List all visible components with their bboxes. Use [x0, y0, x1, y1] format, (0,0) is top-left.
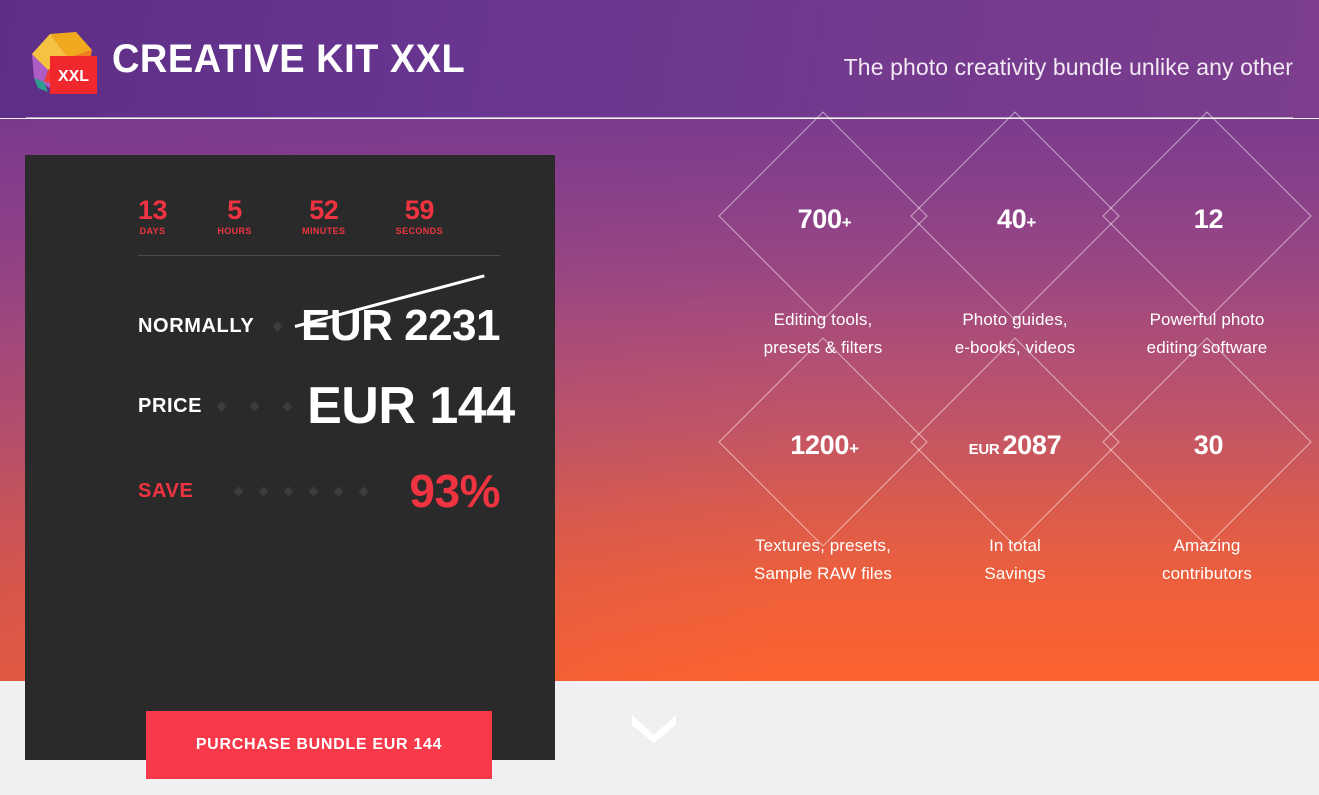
logo-svg: XXL [32, 32, 97, 94]
chevron-down-icon[interactable] [630, 713, 678, 743]
feature-item-photo-guides: 40+ Photo guides, e-books, videos [910, 111, 1120, 362]
save-dot-separators [193, 486, 409, 496]
countdown-seconds-value: 59 [404, 195, 435, 225]
countdown-unit-hours: 5 HOURS [217, 195, 252, 237]
dot-separator [358, 486, 369, 496]
diamond-outline [910, 111, 1120, 321]
diamond-outline [718, 111, 928, 321]
feature-diamond-grid: 700+ Editing tools, presets & filters 40… [718, 111, 1312, 594]
countdown-timer: 13 DAYS 5 HOURS 52 MINUTES 59 SECONDS [138, 195, 443, 237]
feature-item-contributors: 30 Amazing contributors [1102, 337, 1312, 588]
diamond-outline [1102, 337, 1312, 547]
chevron-down-svg [632, 715, 676, 743]
price-row-save: SAVE 93% [138, 465, 500, 517]
normally-price-text: EUR 2231 [300, 301, 501, 350]
purchase-bundle-button[interactable]: PURCHASE BUNDLE EUR 144 [146, 711, 492, 779]
countdown-hours-value: 5 [227, 195, 242, 225]
countdown-unit-minutes: 52 MINUTES [302, 195, 345, 237]
countdown-seconds-label: SECONDS [395, 226, 443, 236]
price-dot-separators [202, 401, 307, 411]
save-percent-value: 93% [409, 465, 500, 517]
normally-price-value: EUR 2231 [294, 274, 501, 352]
dot-separator [216, 401, 227, 411]
dot-separator [233, 486, 244, 496]
countdown-days-value: 13 [138, 195, 168, 225]
feature-item-editing-tools: 700+ Editing tools, presets & filters [718, 111, 928, 362]
feature-item-textures: 1200+ Textures, presets, Sample RAW file… [718, 337, 928, 588]
dot-separator [333, 486, 344, 496]
feature-row-1: 700+ Editing tools, presets & filters 40… [718, 111, 1312, 362]
countdown-days-label: DAYS [139, 226, 166, 236]
feature-item-total-savings: EUR 2087 In total Savings [910, 337, 1120, 588]
dot-separator [308, 486, 319, 496]
feature-caption-line2: contributors [1161, 564, 1253, 583]
price-row-price: PRICE EUR 144 [138, 377, 515, 435]
site-header: XXL CREATIVE KIT XXL The photo creativit… [0, 0, 1319, 118]
dot-separator [282, 401, 293, 411]
diamond-outline [910, 337, 1120, 547]
price-label: PRICE [138, 394, 203, 417]
normally-label: NORMALLY [138, 314, 255, 337]
diamond-outline [1102, 111, 1312, 321]
countdown-unit-seconds: 59 SECONDS [396, 195, 443, 237]
price-value: EUR 144 [307, 377, 515, 435]
feature-row-2: 1200+ Textures, presets, Sample RAW file… [718, 337, 1312, 588]
countdown-minutes-value: 52 [309, 195, 339, 225]
creative-kit-cube-logo: XXL [24, 26, 104, 102]
countdown-unit-days: 13 DAYS [138, 195, 168, 237]
countdown-minutes-label: MINUTES [302, 226, 346, 236]
page-root: XXL CREATIVE KIT XXL The photo creativit… [0, 0, 1319, 795]
logo-badge-text: XXL [58, 68, 89, 85]
diamond-outline [718, 337, 928, 547]
feature-caption-line2: Sample RAW files [754, 564, 892, 583]
countdown-hours-label: HOURS [217, 226, 252, 236]
dot-separator [283, 486, 294, 496]
dot-separator [258, 486, 269, 496]
pricing-card: 13 DAYS 5 HOURS 52 MINUTES 59 SECONDS NO… [25, 155, 555, 779]
header-tagline: The photo creativity bundle unlike any o… [843, 54, 1293, 80]
page-title: CREATIVE KIT XXL [112, 37, 466, 81]
dot-separator [249, 401, 260, 411]
price-row-normally: NORMALLY EUR 2231 [138, 274, 501, 352]
feature-item-editing-software: 12 Powerful photo editing software [1102, 111, 1312, 362]
save-label: SAVE [138, 479, 194, 502]
dot-separator [272, 321, 283, 331]
feature-caption-line2: Savings [984, 564, 1046, 583]
countdown-divider [138, 255, 500, 256]
